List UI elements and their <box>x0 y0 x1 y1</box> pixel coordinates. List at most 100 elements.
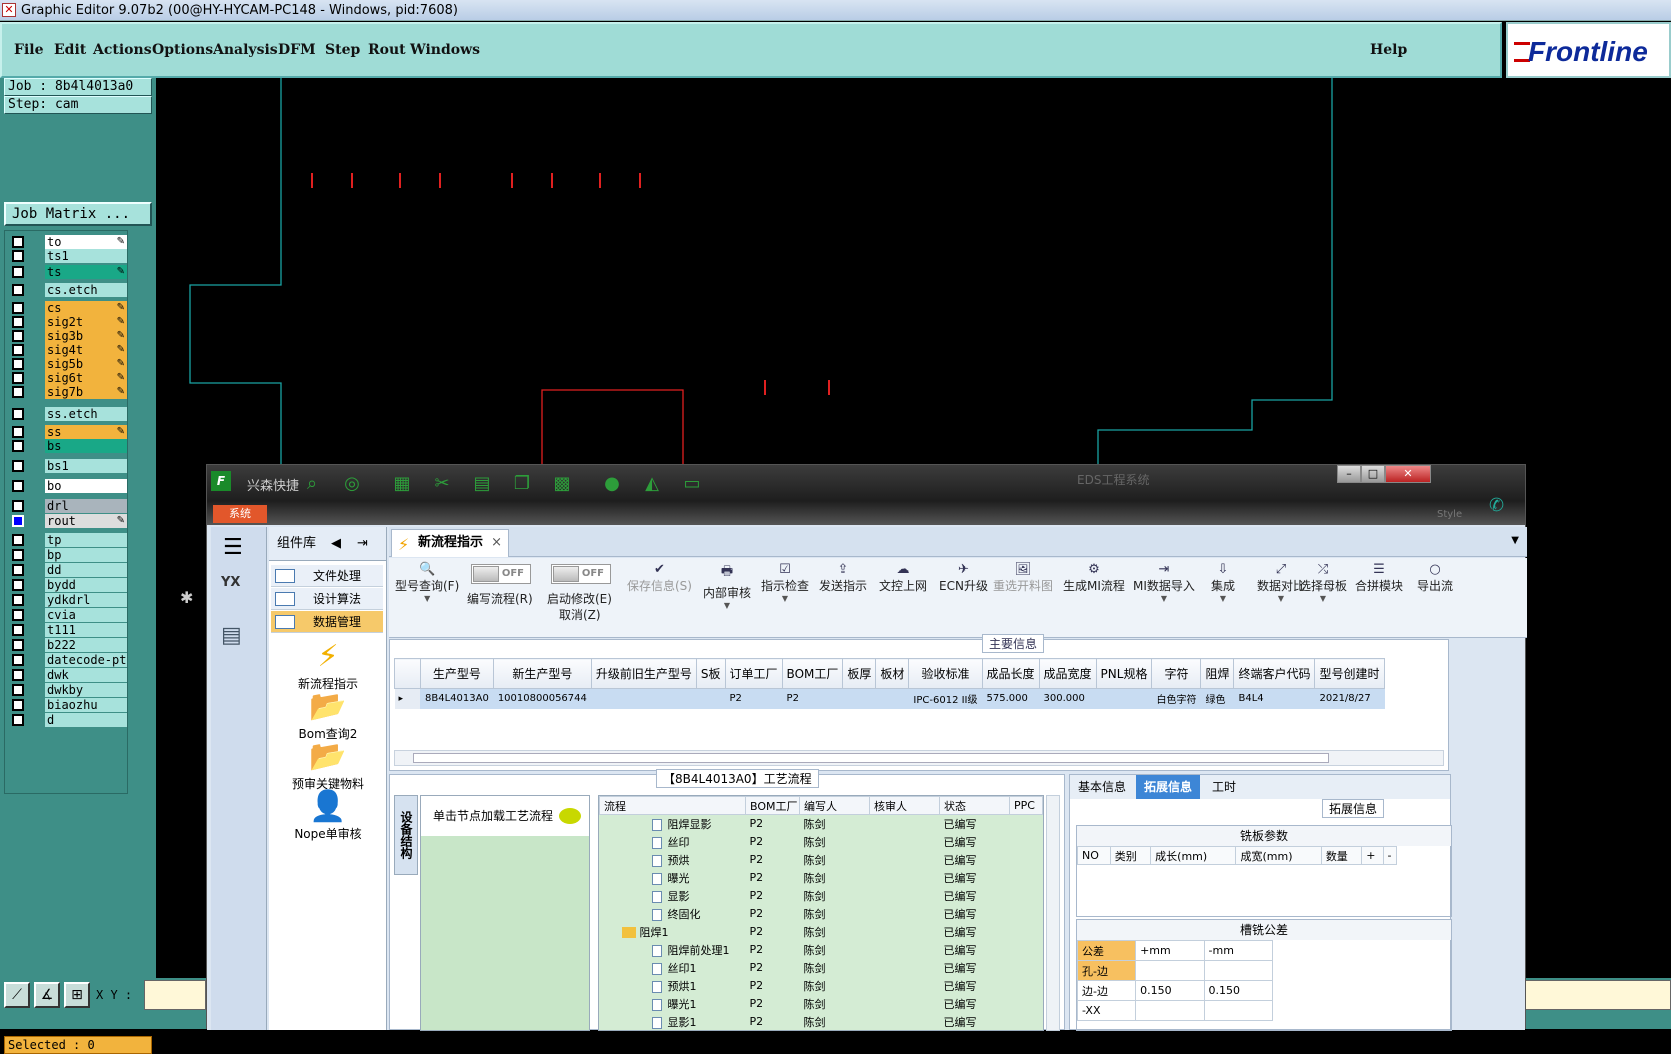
table-row[interactable]: 孔-边 <box>1076 960 1274 981</box>
start-modify-toggle[interactable]: OFF <box>551 564 611 584</box>
layer-name[interactable]: sig4t <box>45 343 127 357</box>
cam-canvas[interactable] <box>152 78 1671 477</box>
menu-icon[interactable]: ☰ <box>223 535 243 560</box>
layer-name[interactable]: ydkdrl <box>45 593 127 607</box>
table-icon[interactable]: ▦ <box>391 473 413 495</box>
table-cell[interactable]: 白色字符 <box>1151 688 1202 709</box>
ribbon-button[interactable]: ⇩ 集成 ▼ <box>1211 562 1235 603</box>
film-icon[interactable]: ▤ <box>471 473 493 495</box>
system-tab[interactable]: 系统 <box>213 505 267 523</box>
tab-close-icon[interactable]: × <box>491 530 502 556</box>
horizontal-scrollbar[interactable] <box>394 750 1444 766</box>
layer-name[interactable]: sig6t <box>45 371 127 385</box>
layer-name[interactable]: tp <box>45 533 127 547</box>
chevron-down-icon[interactable]: ▼ <box>761 594 809 603</box>
chevron-down-icon[interactable]: ▼ <box>1511 535 1519 546</box>
layer-row[interactable]: biaozhu <box>9 698 129 712</box>
table-cell[interactable]: 8B4L4013A0 <box>420 688 494 709</box>
layer-row[interactable]: sig4t ✎ <box>9 343 129 357</box>
layer-checkbox[interactable] <box>12 316 24 328</box>
layer-row[interactable]: cs ✎ <box>9 301 129 315</box>
tree-row[interactable]: 曝光1 P2 陈剑 已编写 <box>600 995 1043 1013</box>
menu-step[interactable]: Step <box>325 42 360 58</box>
layer-row[interactable]: cs.etch <box>9 283 129 297</box>
layer-checkbox[interactable] <box>12 515 24 527</box>
tree-row[interactable]: 终固化 P2 陈剑 已编写 <box>600 905 1043 923</box>
ribbon-button[interactable]: ✈ ECN升级 <box>939 562 988 594</box>
layer-checkbox[interactable] <box>12 480 24 492</box>
write-flow-label[interactable]: 编写流程(R) <box>467 590 533 607</box>
tab-extended-info[interactable]: 拓展信息 <box>1136 775 1201 799</box>
table-cell[interactable]: 10010800056744 <box>493 688 592 709</box>
ribbon-button[interactable]: ⇪ 发送指示 <box>819 562 867 594</box>
nope-review-button[interactable]: 👤 Nope单审核 <box>269 789 387 842</box>
chevron-down-icon[interactable]: ▼ <box>1299 594 1347 603</box>
monitor-icon[interactable]: ▭ <box>681 473 703 495</box>
table-cell[interactable] <box>696 688 726 709</box>
scissors-icon[interactable]: ✂ <box>431 473 453 495</box>
layer-checkbox[interactable] <box>12 714 24 726</box>
ribbon-button[interactable]: 🖶 内部审核 ▼ <box>703 562 751 610</box>
cancel-label[interactable]: 取消(Z) <box>559 606 601 623</box>
minimize-button[interactable]: – <box>1337 465 1361 483</box>
layer-checkbox[interactable] <box>12 684 24 696</box>
main-info-grid[interactable]: 生产型号 新生产型号 升级前旧生产型号 S板 订单工厂 BOM工厂 板厚 板材 验收标准 成品长度… <box>394 658 1385 709</box>
tree-row[interactable]: 预烘 P2 陈剑 已编写 <box>600 851 1043 869</box>
layer-row[interactable]: dwk <box>9 668 129 682</box>
write-flow-toggle[interactable]: OFF <box>471 564 531 584</box>
column-header[interactable]: 订单工厂 <box>724 658 783 689</box>
layer-row[interactable]: sig3b ✎ <box>9 329 129 343</box>
layer-row[interactable]: bp <box>9 548 129 562</box>
layer-checkbox[interactable] <box>12 330 24 342</box>
layer-row[interactable]: dd <box>9 563 129 577</box>
menu-help[interactable]: Help <box>1370 42 1407 58</box>
layer-checkbox[interactable] <box>12 284 24 296</box>
layer-checkbox[interactable] <box>12 344 24 356</box>
column-header[interactable]: 成长(mm) <box>1150 846 1237 865</box>
layer-checkbox[interactable] <box>12 266 24 278</box>
layer-row[interactable]: ss.etch <box>9 407 129 421</box>
layer-name[interactable]: cvia <box>45 608 127 622</box>
ribbon-button[interactable]: ⤢ 数据对比 ▼ <box>1257 562 1305 603</box>
layer-checkbox[interactable] <box>12 250 24 262</box>
layer-name[interactable]: b222 <box>45 638 127 652</box>
phone-icon[interactable]: ✆ <box>1489 495 1504 516</box>
layer-checkbox[interactable] <box>12 609 24 621</box>
layer-name[interactable]: sig3b <box>45 329 127 343</box>
layer-checkbox[interactable] <box>12 534 24 546</box>
ribbon-button[interactable]: ⤮ 选择母板 ▼ <box>1299 562 1347 603</box>
chevron-down-icon[interactable]: ▼ <box>1133 594 1195 603</box>
xy-field[interactable] <box>144 980 206 1010</box>
layer-row[interactable]: bs <box>9 439 129 453</box>
column-header[interactable]: 升级前旧生产型号 <box>590 658 697 689</box>
layer-name[interactable]: t111 <box>45 623 127 637</box>
layer-checkbox[interactable] <box>12 358 24 370</box>
table-cell[interactable]: IPC-6012 II级 <box>908 688 983 709</box>
chevron-down-icon[interactable]: ▼ <box>1211 594 1235 603</box>
layer-row[interactable]: ss ✎ <box>9 425 129 439</box>
table-cell[interactable] <box>875 688 910 709</box>
ribbon-button[interactable]: ☁ 文控上网 <box>879 562 927 594</box>
layer-name[interactable]: dwkby <box>45 683 127 697</box>
layer-row[interactable]: rout ✎ <box>9 514 129 528</box>
column-header[interactable]: NO <box>1077 846 1111 865</box>
col-flow[interactable]: 流程 <box>599 796 746 815</box>
column-header[interactable]: 型号创建时 <box>1314 658 1385 689</box>
layer-row[interactable]: ydkdrl <box>9 593 129 607</box>
column-header[interactable]: + <box>1361 846 1384 865</box>
layer-checkbox[interactable] <box>12 639 24 651</box>
tree-row[interactable]: 丝印1 P2 陈剑 已编写 <box>600 959 1043 977</box>
column-header[interactable]: 新生产型号 <box>492 658 592 689</box>
layer-name[interactable]: ts <box>45 265 127 279</box>
layer-name[interactable]: dd <box>45 563 127 577</box>
layer-row[interactable]: sig2t ✎ <box>9 315 129 329</box>
copy-icon[interactable]: ❐ <box>511 473 533 495</box>
ribbon-button[interactable]: 🔍 型号查询(F) ▼ <box>395 562 459 603</box>
layer-checkbox[interactable] <box>12 500 24 512</box>
layer-name[interactable]: datecode-pt <box>45 653 127 667</box>
column-header[interactable]: S板 <box>695 658 726 689</box>
layer-name[interactable]: dwk <box>45 668 127 682</box>
tree-row[interactable]: 曝光 P2 陈剑 已编写 <box>600 869 1043 887</box>
layer-row[interactable]: sig7b ✎ <box>9 385 129 399</box>
column-header[interactable]: - <box>1382 846 1397 865</box>
